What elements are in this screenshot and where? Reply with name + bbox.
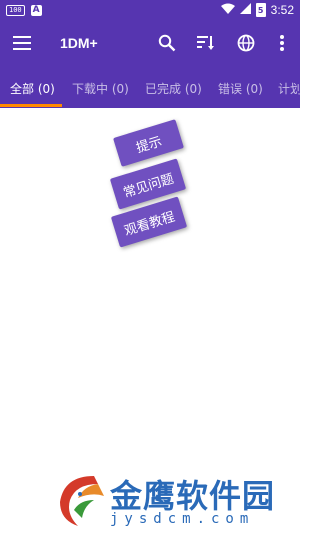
sort-icon[interactable] xyxy=(194,31,218,55)
tab-errors[interactable]: 错误 (0) xyxy=(218,80,263,97)
tab-bar: 全部 (0) 下载中 (0) 已完成 (0) 错误 (0) 计划 xyxy=(0,66,300,108)
signal-icon xyxy=(239,3,251,17)
tab-completed[interactable]: 已完成 (0) xyxy=(145,80,202,97)
tab-downloading[interactable]: 下载中 (0) xyxy=(72,80,129,97)
wifi-icon xyxy=(220,3,235,17)
tab-indicator xyxy=(0,104,62,107)
watermark-logo-icon xyxy=(54,470,106,532)
watermark-url: jysdcm.com xyxy=(110,511,255,527)
app-title: 1DM+ xyxy=(60,35,98,51)
app-bar: 1DM+ xyxy=(0,20,300,66)
a-notification-icon: A xyxy=(30,4,42,16)
globe-icon[interactable] xyxy=(234,31,258,55)
tab-scheduled[interactable]: 计划 xyxy=(278,80,300,97)
notification-badge: 100 xyxy=(6,4,25,16)
more-vert-icon[interactable] xyxy=(270,31,294,55)
battery-icon: 5 xyxy=(255,3,266,17)
search-icon[interactable] xyxy=(155,31,179,55)
menu-icon[interactable] xyxy=(10,31,34,55)
status-bar: 100 A 5 3:52 xyxy=(0,0,300,20)
tab-all[interactable]: 全部 (0) xyxy=(10,80,55,97)
status-time: 3:52 xyxy=(270,3,294,17)
